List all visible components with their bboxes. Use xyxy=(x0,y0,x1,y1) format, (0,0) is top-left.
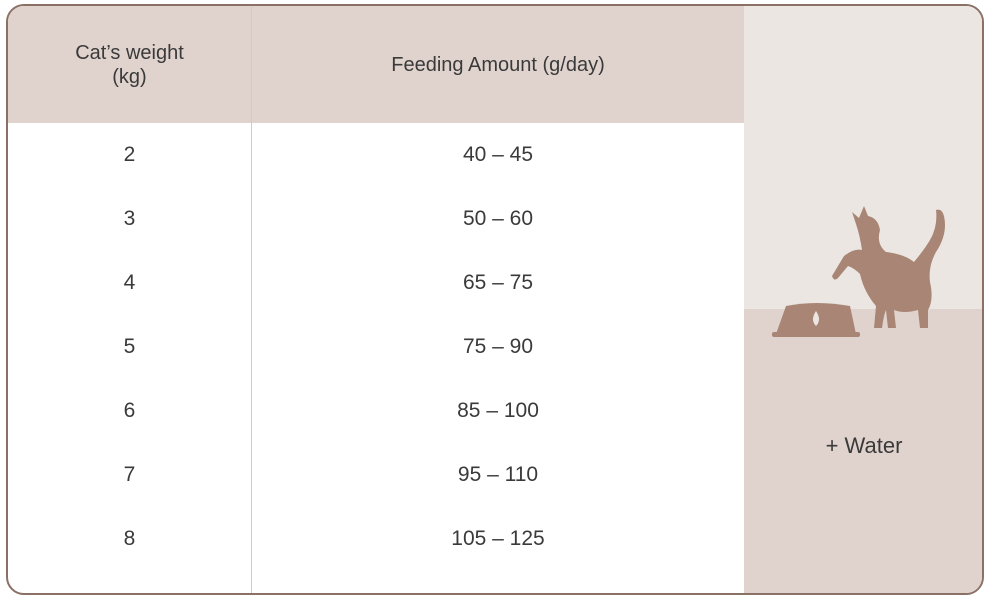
weight-cell: 4 xyxy=(123,271,136,294)
weight-cell: 6 xyxy=(123,399,136,422)
weight-cell: 5 xyxy=(123,335,136,358)
water-label: + Water xyxy=(825,433,903,458)
amount-cell: 105 – 125 xyxy=(451,527,545,550)
weight-cell: 3 xyxy=(123,207,136,230)
amount-cell: 75 – 90 xyxy=(462,335,534,358)
weight-cell: 2 xyxy=(123,143,136,166)
table-row: 4 65 – 75 xyxy=(8,251,744,315)
table-body: 2 40 – 45 3 50 – 60 4 65 – 75 5 75 – 90 … xyxy=(8,123,744,571)
table-row: 7 95 – 110 xyxy=(8,443,744,507)
weight-cell: 7 xyxy=(123,463,136,486)
table-row: 2 40 – 45 xyxy=(8,123,744,187)
amount-cell: 95 – 110 xyxy=(457,463,539,486)
header-feeding-amount: Feeding Amount (g/day) xyxy=(252,6,744,123)
header-feeding-amount-label: Feeding Amount (g/day) xyxy=(391,53,605,76)
feeding-table-card: Cat’s weight (kg) Feeding Amount (g/day)… xyxy=(6,4,984,595)
table-row: 5 75 – 90 xyxy=(8,315,744,379)
header-cats-weight: Cat’s weight (kg) xyxy=(8,6,251,123)
cat-and-bowl-icon xyxy=(772,206,945,337)
table-row: 8 105 – 125 xyxy=(8,507,744,571)
table-row: 3 50 – 60 xyxy=(8,187,744,251)
amount-cell: 50 – 60 xyxy=(462,207,534,230)
weight-cell: 8 xyxy=(123,527,136,550)
amount-cell: 40 – 45 xyxy=(462,143,534,166)
table-row: 6 85 – 100 xyxy=(8,379,744,443)
header-cats-weight-label: Cat’s weight (kg) xyxy=(75,41,184,88)
amount-cell: 85 – 100 xyxy=(457,399,539,422)
amount-cell: 65 – 75 xyxy=(462,271,534,294)
